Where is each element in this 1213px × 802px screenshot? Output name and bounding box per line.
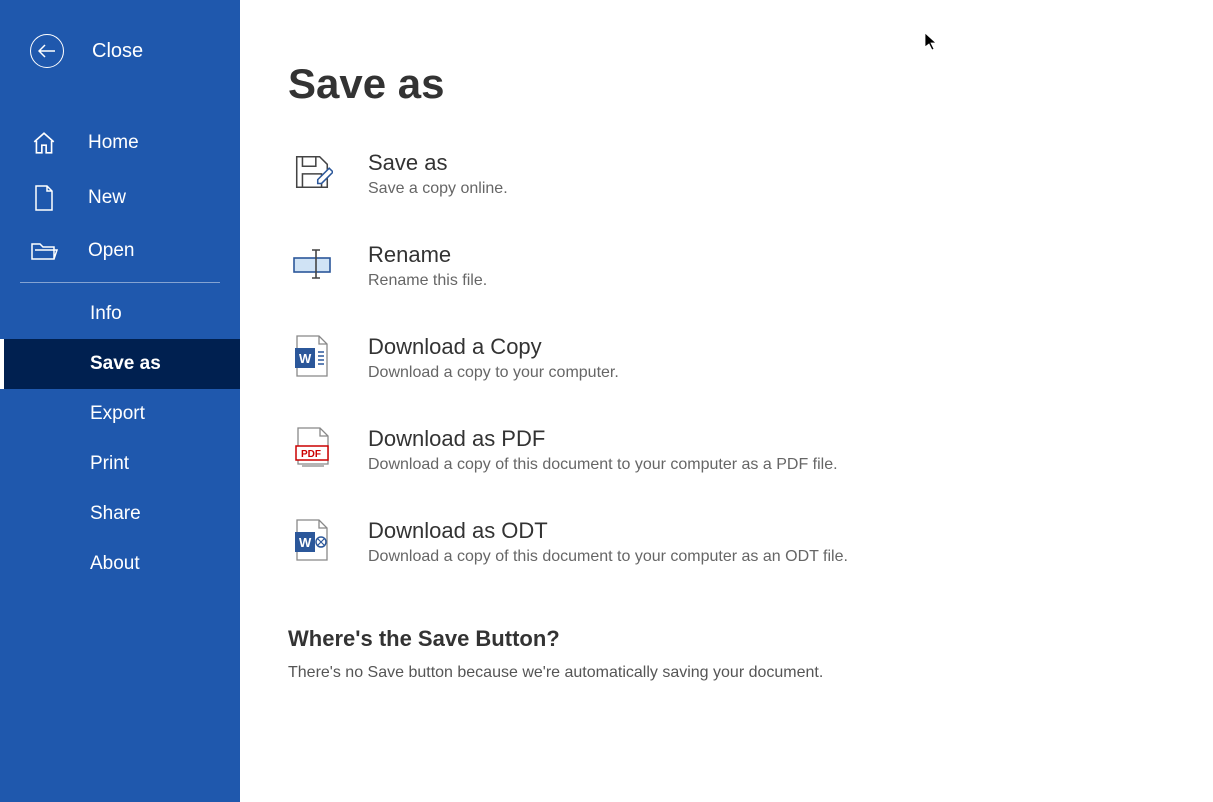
option-text: Download as PDF Download a copy of this …	[368, 426, 838, 474]
page-title: Save as	[288, 60, 1165, 108]
option-text: Save as Save a copy online.	[368, 150, 508, 198]
footer-text: There's no Save button because we're aut…	[288, 664, 1165, 682]
footer-title: Where's the Save Button?	[288, 626, 1165, 652]
nav-item-info[interactable]: Info	[0, 289, 240, 339]
option-rename[interactable]: Rename Rename this file.	[288, 242, 1165, 290]
nav-item-export[interactable]: Export	[0, 389, 240, 439]
option-title: Download as ODT	[368, 518, 848, 544]
option-save-as[interactable]: Save as Save a copy online.	[288, 150, 1165, 198]
option-text: Rename Rename this file.	[368, 242, 487, 290]
save-as-icon	[288, 150, 336, 194]
option-text: Download a Copy Download a copy to your …	[368, 334, 619, 382]
nav-item-open[interactable]: Open	[0, 226, 240, 276]
option-title: Rename	[368, 242, 487, 268]
nav-item-label: About	[90, 553, 140, 575]
nav-item-label: Home	[88, 132, 139, 154]
rename-icon	[288, 242, 336, 286]
nav-group-bottom: Info Save as Export Print Share About	[0, 289, 240, 589]
option-title: Save as	[368, 150, 508, 176]
svg-text:W: W	[299, 535, 312, 550]
option-desc: Download a copy to your computer.	[368, 364, 619, 382]
nav-item-save-as[interactable]: Save as	[0, 339, 240, 389]
open-icon	[28, 240, 60, 262]
option-download-pdf[interactable]: PDF Download as PDF Download a copy of t…	[288, 426, 1165, 474]
nav-item-new[interactable]: New	[0, 170, 240, 226]
nav-item-label: Print	[90, 453, 129, 475]
main-content: Save as Save as Save a copy online. Rena…	[240, 0, 1213, 802]
option-title: Download as PDF	[368, 426, 838, 452]
nav-item-label: Save as	[90, 353, 161, 375]
option-desc: Save a copy online.	[368, 180, 508, 198]
new-icon	[28, 184, 60, 212]
backstage-sidebar: Close Home New Open	[0, 0, 240, 802]
option-download-odt[interactable]: W Download as ODT Download a copy of thi…	[288, 518, 1165, 566]
nav-item-about[interactable]: About	[0, 539, 240, 589]
close-button[interactable]: Close	[0, 34, 240, 68]
sidebar-divider	[20, 282, 220, 283]
nav-item-label: New	[88, 187, 126, 209]
option-desc: Download a copy of this document to your…	[368, 548, 848, 566]
svg-text:W: W	[299, 351, 312, 366]
nav-item-print[interactable]: Print	[0, 439, 240, 489]
option-download-copy[interactable]: W Download a Copy Download a copy to you…	[288, 334, 1165, 382]
nav-item-share[interactable]: Share	[0, 489, 240, 539]
nav-item-label: Open	[88, 240, 134, 262]
odt-icon: W	[288, 518, 336, 562]
svg-text:PDF: PDF	[301, 449, 321, 460]
close-label: Close	[92, 40, 143, 63]
save-info-footer: Where's the Save Button? There's no Save…	[288, 626, 1165, 682]
pdf-icon: PDF	[288, 426, 336, 470]
back-arrow-icon	[30, 34, 64, 68]
nav-item-label: Info	[90, 303, 122, 325]
nav-item-label: Share	[90, 503, 141, 525]
nav-item-label: Export	[90, 403, 145, 425]
option-title: Download a Copy	[368, 334, 619, 360]
word-doc-icon: W	[288, 334, 336, 378]
option-text: Download as ODT Download a copy of this …	[368, 518, 848, 566]
option-desc: Rename this file.	[368, 272, 487, 290]
nav-group-top: Home New Open	[0, 116, 240, 276]
home-icon	[28, 130, 60, 156]
nav-item-home[interactable]: Home	[0, 116, 240, 170]
option-desc: Download a copy of this document to your…	[368, 456, 838, 474]
